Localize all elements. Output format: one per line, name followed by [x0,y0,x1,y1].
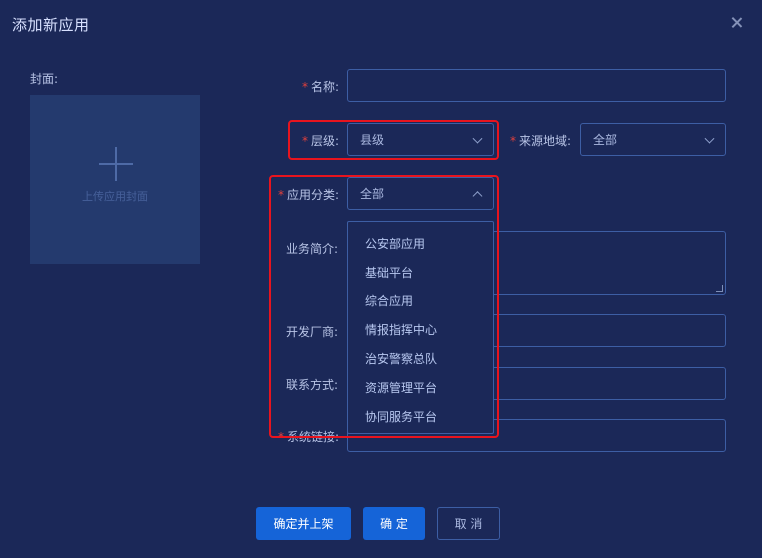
cover-upload-hint: 上传应用封面 [82,190,148,203]
source-region-select[interactable]: 全部 [580,123,726,156]
close-icon[interactable] [728,14,746,32]
resize-handle-icon[interactable] [716,285,723,292]
name-input[interactable] [347,69,726,102]
confirm-publish-button[interactable]: 确定并上架 [256,507,351,540]
plus-icon [99,147,133,181]
source-region-select-value: 全部 [593,133,618,147]
name-label: * 名称: [302,80,340,94]
confirm-button[interactable]: 确 定 [363,507,425,540]
cancel-button[interactable]: 取 消 [437,507,500,540]
highlight-box-category [269,175,499,438]
cover-label: 封面: [30,72,59,86]
dialog-title: 添加新应用 [12,16,90,34]
highlight-box-level [288,120,499,160]
source-region-label: * 来源地域: [510,134,572,148]
chevron-down-icon [704,133,715,144]
required-mark: * [302,80,308,94]
required-mark: * [510,134,516,148]
